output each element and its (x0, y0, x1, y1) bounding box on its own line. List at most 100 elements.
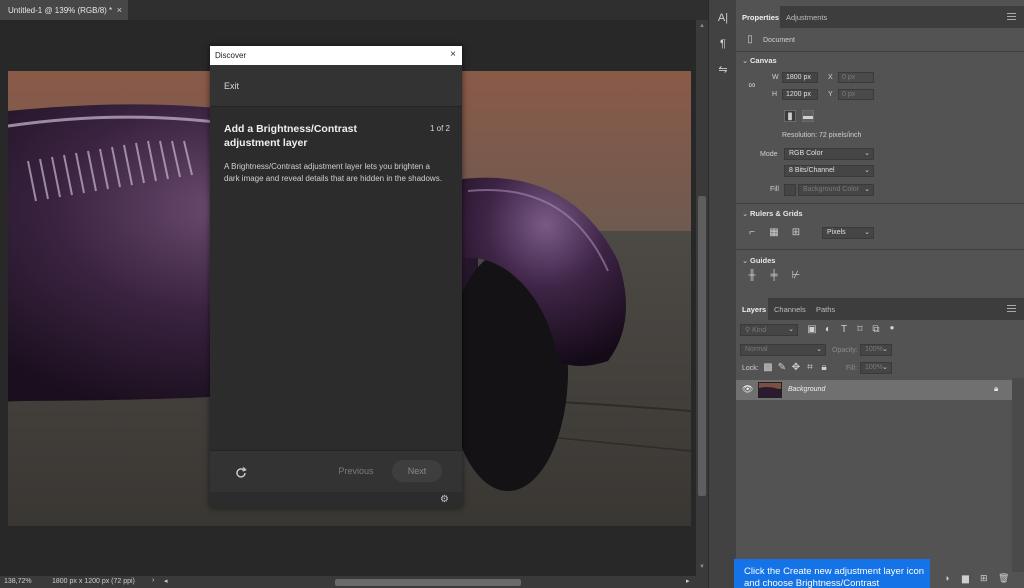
height-field[interactable]: 1200 px (782, 89, 818, 100)
document-label: Document (763, 37, 795, 44)
horizontal-scrollbar-thumb[interactable] (335, 579, 521, 586)
mode-dropdown-value: RGB Color (789, 150, 823, 157)
guides-section-header[interactable]: ⌄ Guides (742, 256, 775, 265)
next-button[interactable]: Next (392, 460, 442, 482)
status-menu-arrow-icon[interactable]: › (152, 577, 154, 584)
lock-position-icon[interactable]: ✥ (790, 362, 802, 374)
paragraph-icon[interactable]: ¶ (715, 36, 731, 52)
scroll-left-icon[interactable]: ◂ (164, 577, 168, 585)
link-icon[interactable]: ∞ (746, 80, 758, 92)
trash-icon[interactable]: 🗑︎ (998, 573, 1009, 584)
scroll-right-icon[interactable]: ▸ (686, 577, 690, 585)
chevron-down-icon: ⌄ (742, 209, 749, 218)
tutorial-tooltip: Click the Create new adjustment layer ic… (734, 559, 930, 588)
type-layer-filter-icon[interactable]: T (838, 324, 850, 336)
vertical-scrollbar[interactable]: ▲ ▼ (696, 20, 708, 576)
panel-menu-icon[interactable] (1007, 13, 1016, 20)
adjustment-layer-filter-icon[interactable]: ◐ (822, 324, 834, 336)
grid-icon[interactable]: ▦ (768, 227, 780, 239)
units-dropdown[interactable]: Pixels ⌄ (822, 227, 874, 239)
resolution-readout: Resolution: 72 pixels/inch (782, 132, 862, 139)
properties-tab-row: Properties Adjustments (736, 6, 1024, 28)
fill-color-swatch[interactable] (784, 184, 796, 196)
lock-artboard-icon[interactable]: ⌗ (804, 362, 816, 374)
guides-grid-icon[interactable]: ⊞ (790, 227, 802, 239)
tab-layers[interactable]: Layers (736, 298, 768, 320)
layers-scrollbar[interactable] (1012, 378, 1024, 572)
new-adjustment-layer-icon[interactable]: ◑ (944, 573, 949, 583)
opacity-label: Opacity: (832, 347, 858, 354)
landscape-orientation-icon[interactable]: ▬ (802, 110, 814, 122)
discover-panel: Discover × Exit Add a Brightness/Contras… (210, 46, 462, 508)
discover-bottom-bar: ⚙ (210, 492, 462, 508)
chevron-down-icon: ⌄ (864, 150, 870, 157)
previous-button[interactable]: Previous (332, 466, 380, 476)
document-info: 1800 px x 1200 px (72 ppi) (52, 578, 135, 585)
tab-properties[interactable]: Properties (736, 6, 780, 28)
tab-adjustments[interactable]: Adjustments (786, 6, 846, 28)
new-group-icon[interactable]: ▆ (962, 573, 969, 584)
properties-icon[interactable]: ⇋ (715, 62, 731, 78)
fill-field[interactable]: 100% ⌄ (860, 362, 892, 374)
new-layer-icon[interactable]: ⊞ (980, 573, 988, 584)
smart-object-filter-icon[interactable]: ⧉ (870, 324, 882, 336)
lock-all-icon[interactable]: 🔒︎ (818, 362, 830, 374)
portrait-orientation-icon[interactable]: ▮ (784, 110, 796, 122)
scroll-up-icon[interactable]: ▲ (699, 23, 705, 29)
canvas-section-header[interactable]: ⌄ Canvas (742, 56, 777, 65)
gear-icon[interactable]: ⚙ (440, 494, 449, 505)
discover-close-icon[interactable]: × (450, 49, 456, 60)
opacity-field[interactable]: 100% ⌄ (860, 344, 892, 356)
scroll-down-icon[interactable]: ▼ (699, 564, 705, 570)
vertical-guide-icon[interactable]: ╫ (746, 270, 758, 282)
clear-guides-icon[interactable]: ⊬ (790, 270, 802, 282)
y-field[interactable]: 0 px (838, 89, 874, 100)
tab-channels[interactable]: Channels (774, 298, 812, 320)
close-tab-icon[interactable]: × (117, 5, 122, 15)
shape-layer-filter-icon[interactable]: ⌑ (854, 324, 866, 336)
vertical-scrollbar-thumb[interactable] (698, 196, 706, 496)
canvas-section-title: Canvas (750, 56, 777, 65)
rulers-grids-section-title: Rulers & Grids (750, 209, 803, 218)
document-icon: ▯ (747, 34, 753, 45)
lock-icon[interactable]: 🔒︎ (994, 384, 998, 394)
x-field[interactable]: 0 px (838, 72, 874, 83)
document-tab-title: Untitled-1 @ 139% (RGB/8) * (8, 6, 113, 15)
status-bar: 138,72% 1800 px x 1200 px (72 ppi) › ◂ ▸ (0, 576, 708, 588)
lock-image-icon[interactable]: ✎ (776, 362, 788, 374)
layer-filter-dropdown[interactable]: ⚲ Kind ⌄ (740, 324, 798, 336)
layers-tab-row: Layers Channels Paths (736, 298, 1024, 320)
opacity-value: 100% (865, 346, 883, 353)
guides-section-title: Guides (750, 256, 776, 265)
y-label: Y (828, 91, 833, 98)
blend-mode-dropdown[interactable]: Normal ⌄ (740, 344, 826, 356)
filter-toggle-icon[interactable]: ● (886, 322, 898, 334)
blend-mode-value: Normal (745, 346, 768, 353)
exit-button[interactable]: Exit (224, 81, 239, 91)
x-label: X (828, 74, 833, 81)
ruler-icon[interactable]: ⌐ (746, 227, 758, 239)
panel-menu-icon[interactable] (1007, 305, 1016, 312)
zoom-level[interactable]: 138,72% (4, 578, 32, 585)
mode-dropdown[interactable]: RGB Color ⌄ (784, 148, 874, 160)
bit-depth-dropdown-value: 8 Bits/Channel (789, 167, 835, 174)
width-field[interactable]: 1800 px (782, 72, 818, 83)
fill-dropdown[interactable]: Background Color ⌄ (798, 184, 874, 196)
tab-paths[interactable]: Paths (816, 298, 844, 320)
layer-thumbnail (758, 382, 782, 398)
character-icon[interactable]: A| (715, 10, 731, 26)
bit-depth-dropdown[interactable]: 8 Bits/Channel ⌄ (784, 165, 874, 177)
document-tab[interactable]: Untitled-1 @ 139% (RGB/8) * × (0, 0, 128, 20)
visibility-eye-icon[interactable]: 👁︎ (742, 384, 753, 395)
layer-name[interactable]: Background (788, 386, 825, 393)
chevron-down-icon: ⌄ (788, 326, 794, 333)
rulers-grids-section-header[interactable]: ⌄ Rulers & Grids (742, 209, 803, 218)
layer-row[interactable]: 👁︎ Background 🔒︎ (736, 380, 1012, 400)
discover-header-title: Discover (215, 51, 247, 60)
lock-label: Lock: (742, 365, 759, 372)
horizontal-guide-icon[interactable]: ╪ (768, 270, 780, 282)
lock-transparency-icon[interactable]: ▩ (762, 362, 774, 374)
restart-icon[interactable] (234, 466, 248, 480)
layers-panel: Layers Channels Paths ⚲ Kind ⌄ ▣ ◐ T ⌑ ⧉ … (736, 298, 1024, 588)
pixel-layer-filter-icon[interactable]: ▣ (806, 324, 818, 336)
